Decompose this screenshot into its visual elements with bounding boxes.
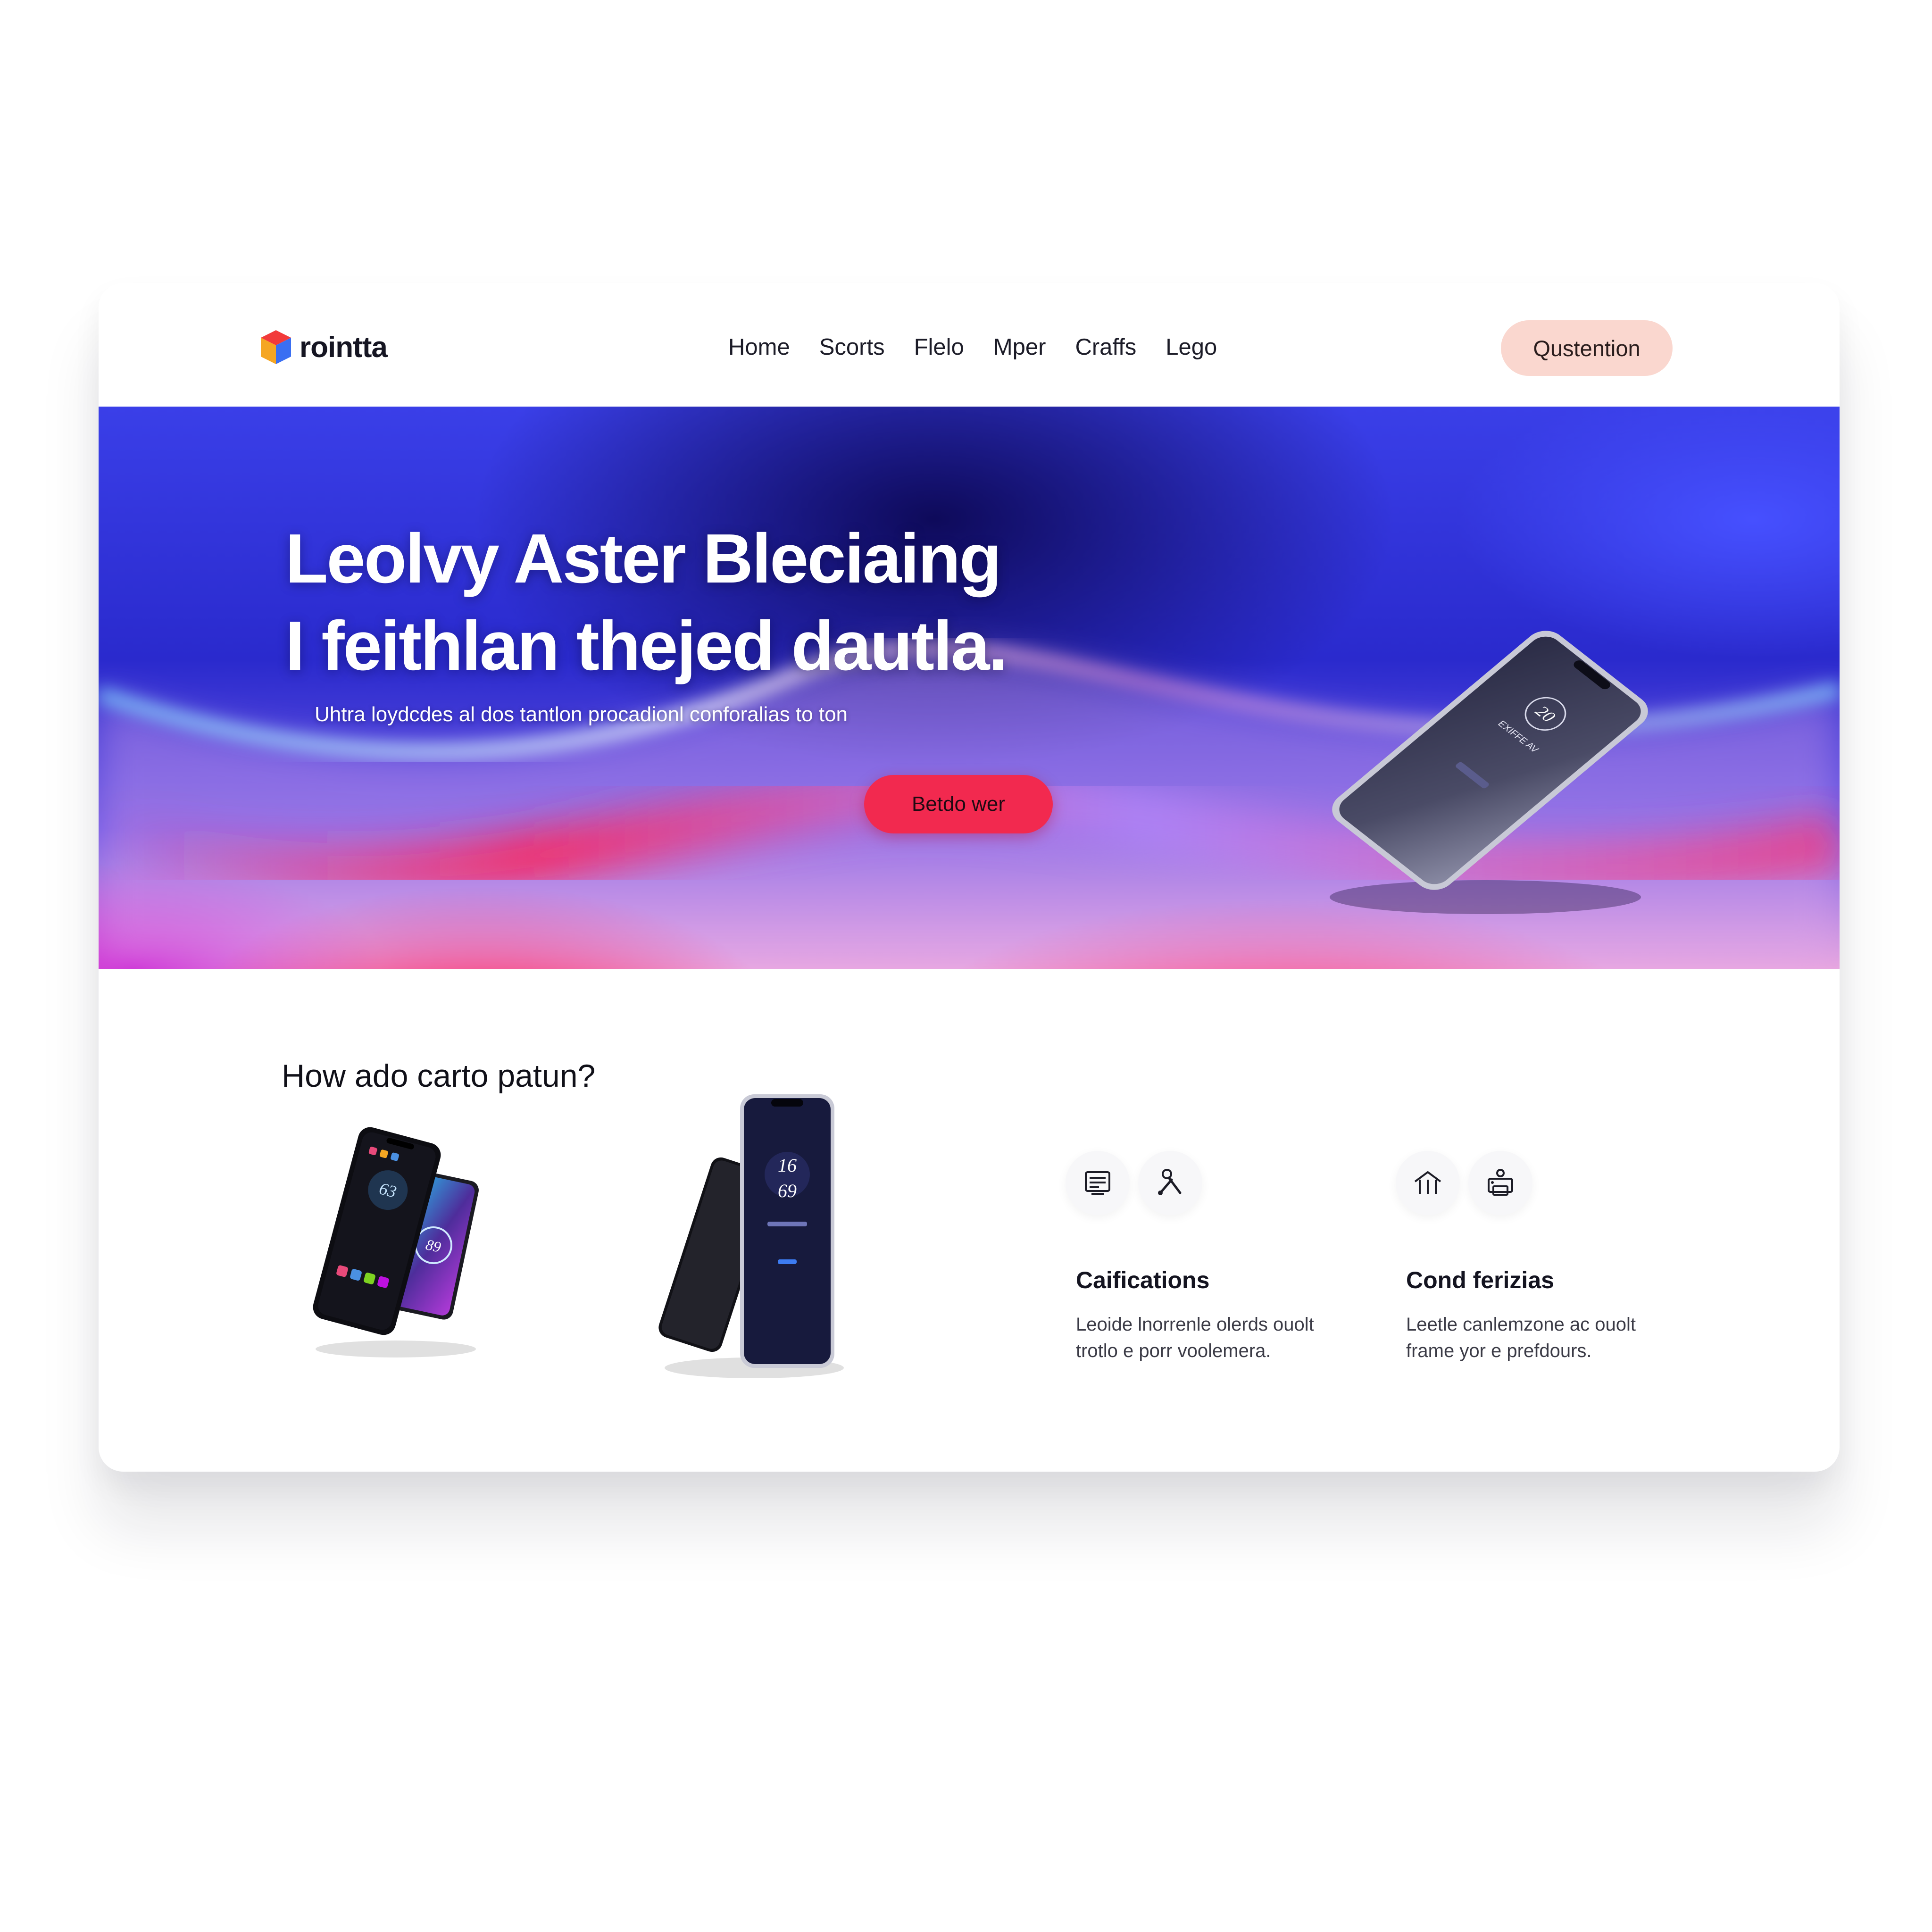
feature-2-icons (1396, 1151, 1541, 1215)
feature-2-icon-badge-2 (1468, 1151, 1532, 1215)
nav-item-mper[interactable]: Mper (993, 334, 1046, 360)
brand[interactable]: rointta (259, 328, 388, 366)
document-icon (1085, 1171, 1110, 1195)
feature-1-text: Leoide lnorrenle olerds ouolt trotlo e p… (1076, 1314, 1314, 1361)
cube-icon (261, 330, 291, 364)
feature-1-icons (1066, 1151, 1211, 1215)
hero-title-line-1: Leolvy Aster Bleciaing (285, 520, 1002, 598)
printer-icon (1488, 1169, 1513, 1196)
phone-pair-image-2: 16 69 (658, 1094, 844, 1378)
header-cta-button[interactable]: Qustention (1501, 320, 1673, 376)
main-nav: Home Scorts Flelo Mper Craffs Lego (728, 328, 1246, 366)
nav-item-lego[interactable]: Lego (1166, 334, 1217, 360)
house-icon (1414, 1171, 1441, 1194)
site-header: rointta Home Scorts Flelo Mper Craffs Le… (99, 283, 1840, 407)
phone-b-number-2: 69 (778, 1180, 797, 1201)
tools-icon (1158, 1169, 1182, 1195)
hero-cta-button[interactable]: Betdo wer (864, 775, 1053, 833)
phone-pair-image-1: 89 63 (313, 1127, 479, 1357)
hero-title: Leolvy Aster Bleciaing I feithlan thejed… (285, 515, 1229, 690)
feature-2-icon-badge-1 (1396, 1151, 1460, 1215)
nav-item-craffs[interactable]: Craffs (1075, 334, 1136, 360)
nav-item-home[interactable]: Home (728, 334, 790, 360)
page-card: rointta Home Scorts Flelo Mper Craffs Le… (99, 283, 1840, 1472)
nav-item-scorts[interactable]: Scorts (819, 334, 885, 360)
feature-1-icon-badge-2 (1138, 1151, 1202, 1215)
hero-subtitle: Uhtra loydcdes al dos tantlon procadionl… (315, 703, 848, 726)
hero-phone-image: 20 EXIFFE AV (1330, 631, 1648, 914)
nav-item-flelo[interactable]: Flelo (914, 334, 964, 360)
brand-name: rointta (300, 331, 388, 364)
section-title: How ado carto patun? (282, 1058, 596, 1094)
feature-1-icon-badge-1 (1066, 1151, 1130, 1215)
feature-2-title: Cond ferizias (1406, 1267, 1554, 1293)
hero-banner: Leolvy Aster Bleciaing I feithlan thejed… (99, 407, 1840, 969)
hero-title-line-2: I feithlan thejed dautla. (285, 607, 1008, 685)
feature-1-title: Caifications (1076, 1267, 1210, 1293)
phone-b-number-1: 16 (778, 1155, 797, 1176)
feature-2-text: Leetle canlemzone ac ouolt frame yor e p… (1406, 1314, 1636, 1361)
